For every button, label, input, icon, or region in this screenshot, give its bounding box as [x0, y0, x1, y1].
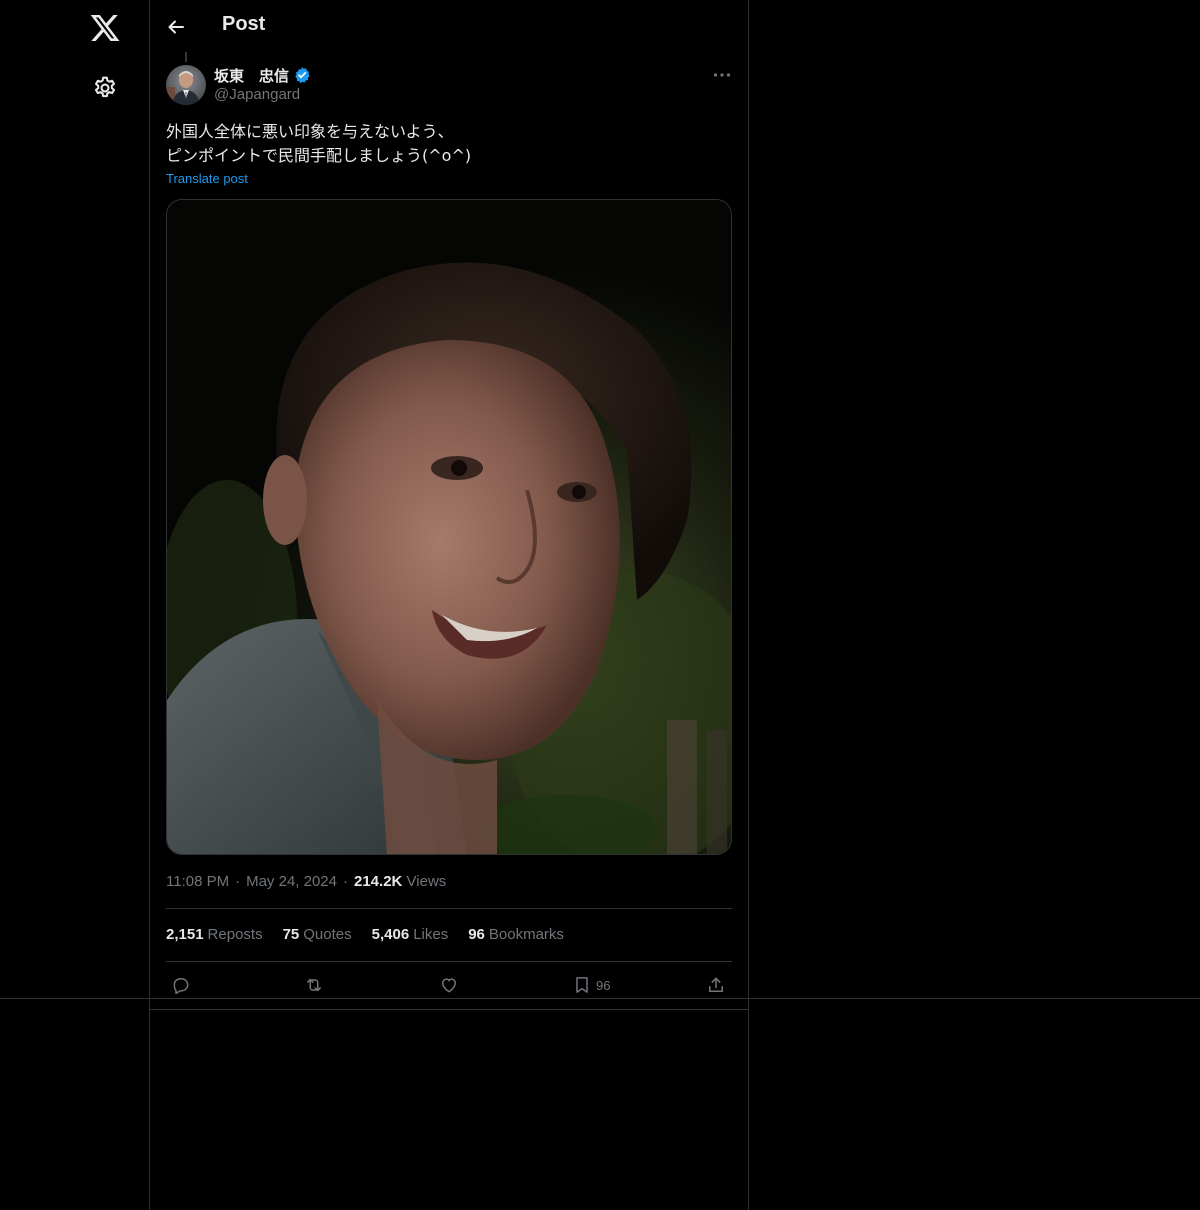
author-name-row: 坂東 忠信 [214, 65, 311, 85]
translate-post-link[interactable]: Translate post [166, 171, 248, 186]
post-time[interactable]: 11:08 PM [166, 873, 229, 890]
post-stats: 2,151 Reposts 75 Quotes 5,406 Likes 96 Bookm… [166, 926, 564, 943]
bookmark-count: 96 [596, 977, 611, 993]
reply-icon [173, 978, 189, 995]
quotes-stat[interactable]: 75 Quotes [283, 926, 352, 943]
bookmarks-stat[interactable]: 96 Bookmarks [468, 926, 564, 943]
bookmarks-count: 96 [468, 926, 485, 943]
post-text-line: 外国人全体に悪い印象を与えないよう、 [166, 122, 454, 141]
meta-divider [166, 908, 732, 909]
share-button[interactable] [706, 972, 726, 998]
main-column-right-border [748, 0, 749, 1210]
author-handle[interactable]: @Japangard [214, 86, 300, 103]
quotes-label: Quotes [303, 926, 352, 943]
post-actions: 96 [166, 972, 732, 998]
bookmark-icon [576, 977, 588, 993]
post-meta: 11:08 PM · May 24, 2024 · 214.2K Views [166, 873, 447, 890]
post-date[interactable]: May 24, 2024 [246, 873, 337, 890]
gear-icon[interactable] [92, 75, 118, 101]
quotes-count: 75 [282, 926, 300, 943]
back-arrow-icon[interactable] [164, 15, 188, 39]
author-display-name[interactable]: 坂東 忠信 [214, 65, 289, 86]
page-title: Post [222, 13, 266, 35]
verified-badge-icon[interactable] [293, 66, 311, 84]
post-detail-column: Post 坂東 忠信 @Japangard 外国人全体に悪い印象を与えないよう、… [150, 0, 748, 1210]
likes-label: Likes [413, 926, 449, 943]
left-rail [0, 0, 149, 1210]
views-count: 214.2K [354, 873, 403, 890]
bookmark-button[interactable]: 96 [572, 972, 610, 998]
post-media[interactable] [166, 199, 732, 855]
post-text: 外国人全体に悪い印象を与えないよう、 ピンポイントで民間手配しましょう(^o^) [166, 120, 726, 168]
repost-button[interactable] [304, 972, 324, 998]
views-label: Views [406, 873, 447, 890]
likes-stat[interactable]: 5,406 Likes [372, 926, 449, 943]
post-media-image [167, 200, 731, 854]
like-button[interactable] [439, 972, 459, 998]
share-icon [709, 977, 723, 992]
reposts-label: Reposts [207, 926, 263, 943]
stats-divider [166, 961, 732, 962]
post-header: Post [150, 0, 748, 54]
bookmarks-label: Bookmarks [488, 926, 564, 943]
thread-connector [185, 52, 187, 62]
post-text-line: ピンポイントで民間手配しましょう(^o^) [166, 146, 472, 165]
more-horizontal-icon[interactable] [710, 66, 734, 84]
heart-icon [442, 978, 456, 993]
reposts-count: 2,151 [166, 926, 204, 943]
avatar-image [166, 65, 206, 105]
avatar[interactable] [166, 65, 206, 105]
reply-button[interactable] [171, 972, 191, 998]
repost-icon [307, 978, 321, 992]
likes-count: 5,406 [371, 926, 410, 943]
x-logo-icon[interactable] [89, 12, 121, 44]
reposts-stat[interactable]: 2,151 Reposts [166, 926, 263, 943]
